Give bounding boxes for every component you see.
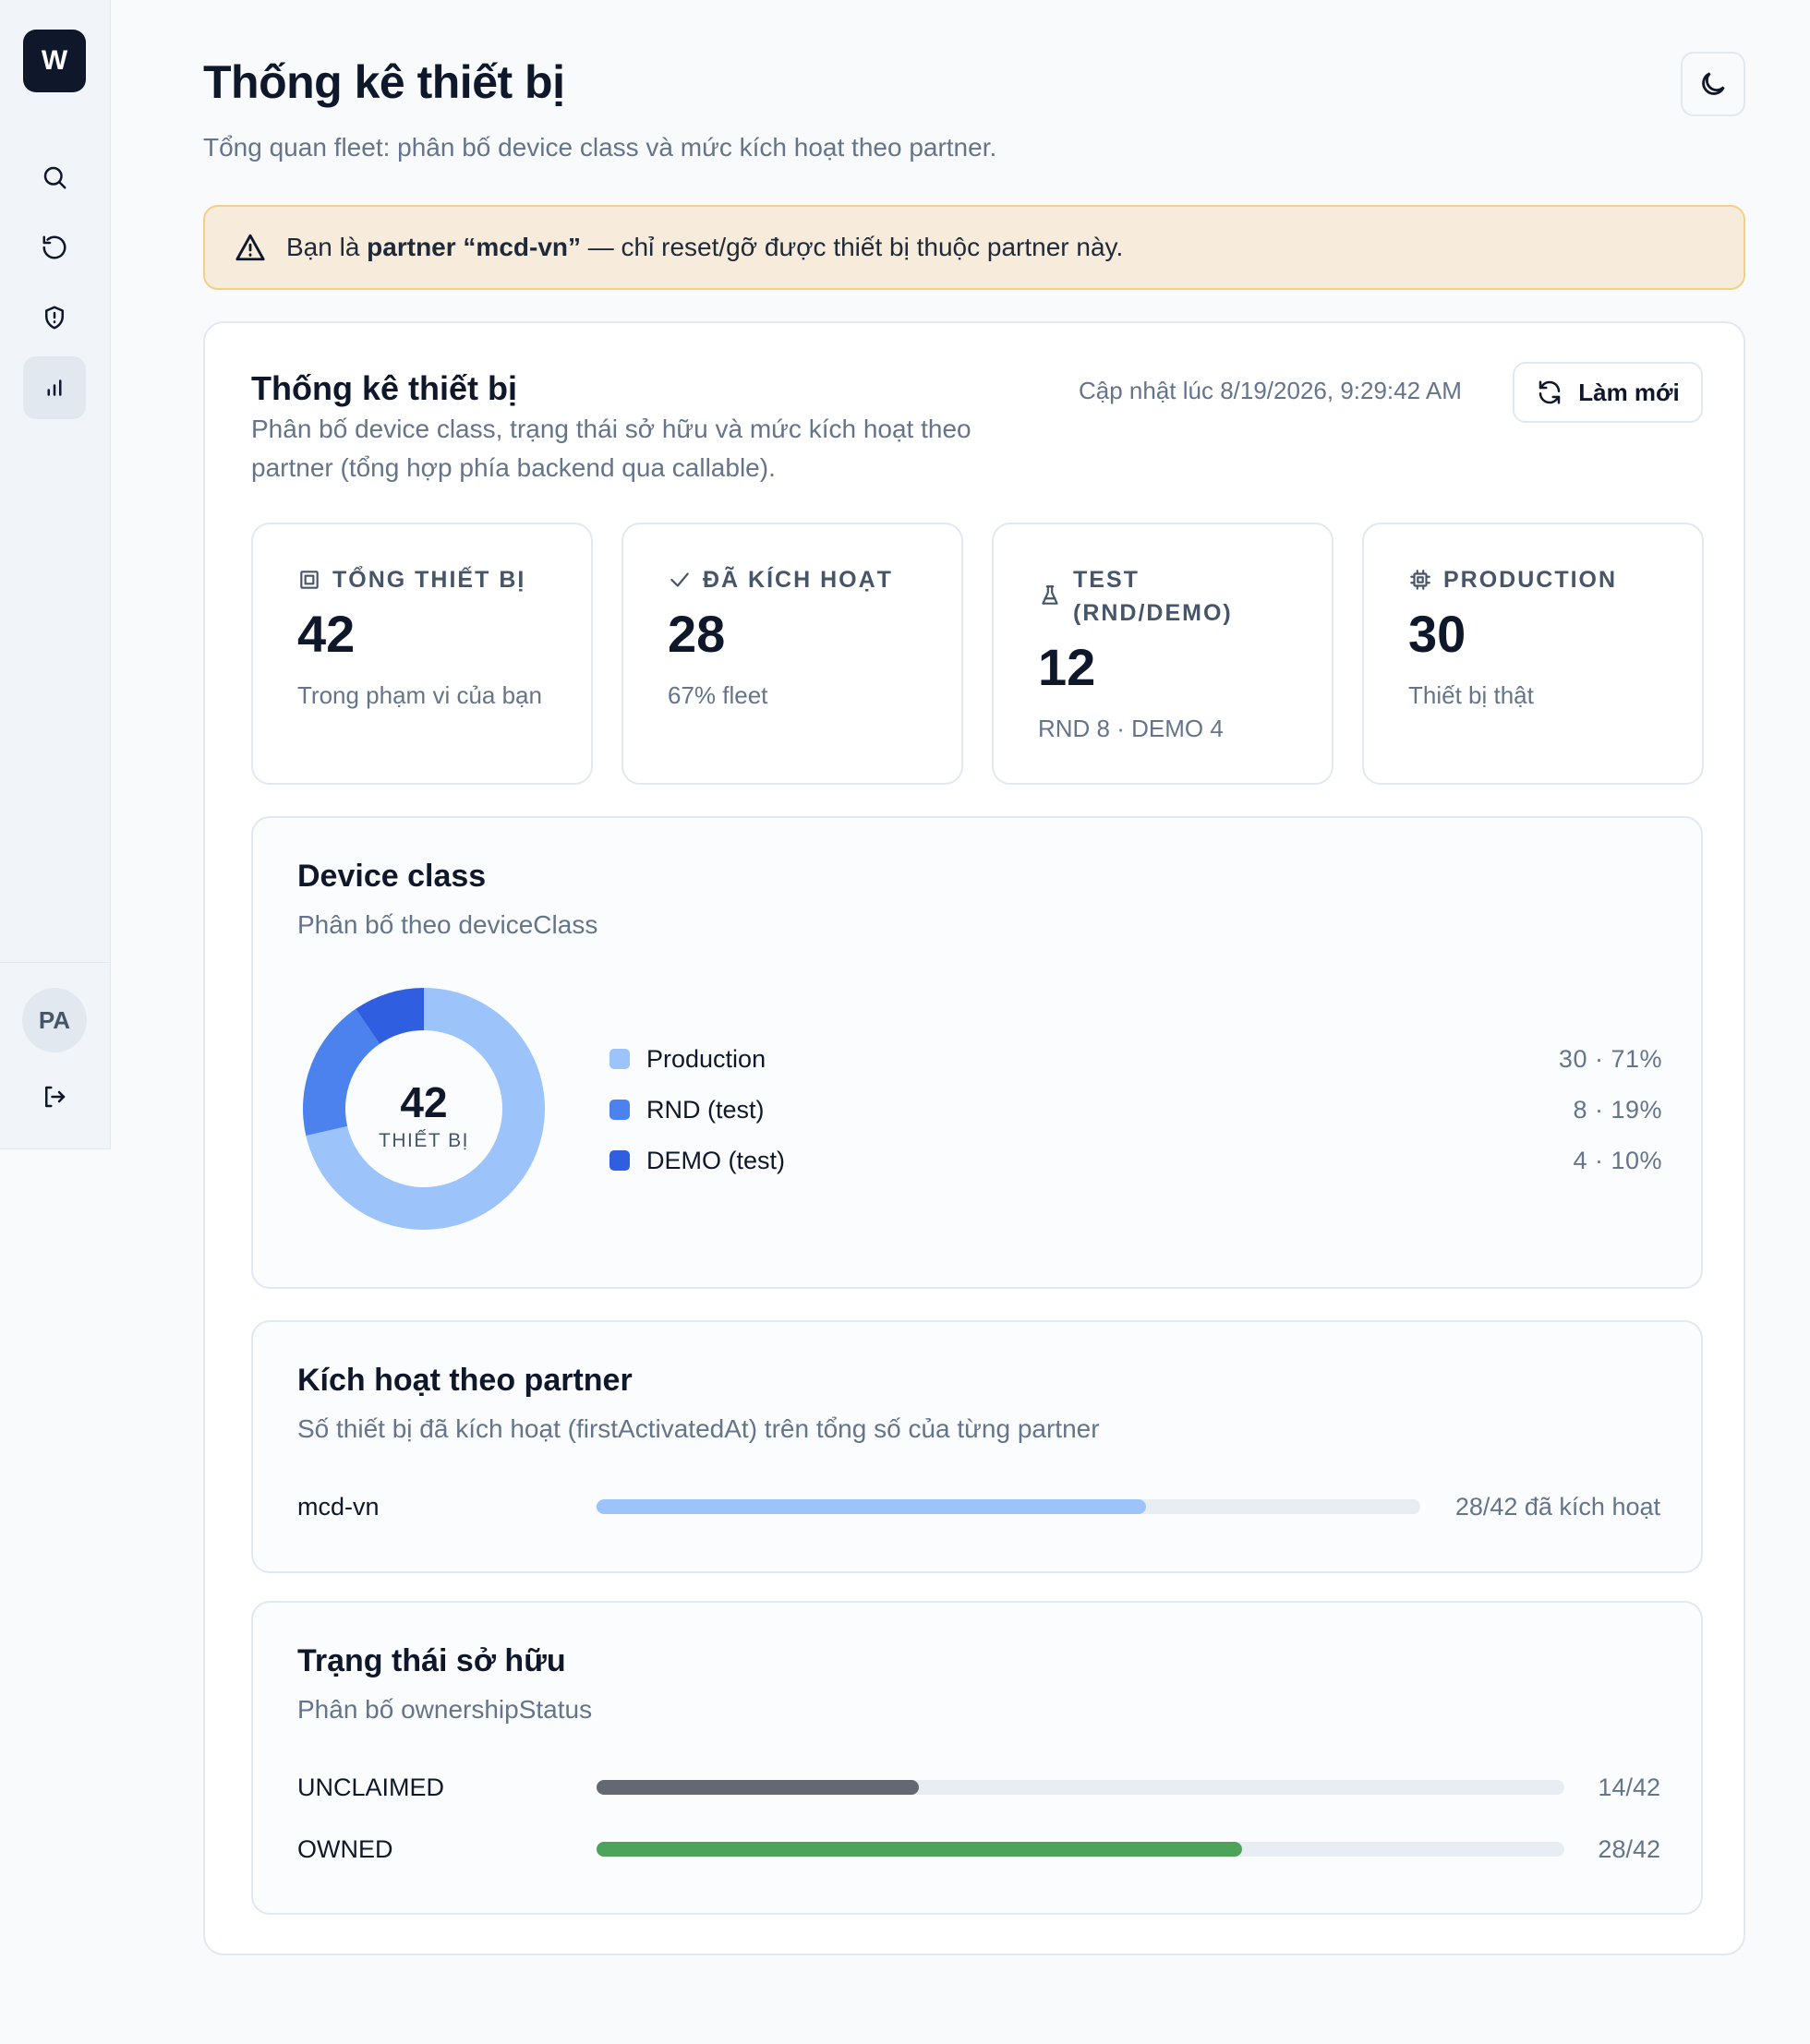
donut-center-label: THIẾT BỊ	[379, 1130, 469, 1151]
ownership-bar-fill	[597, 1780, 920, 1795]
logout-icon	[45, 1086, 66, 1108]
stat-value: 12	[1038, 638, 1096, 696]
sidebar-divider	[0, 962, 111, 963]
legend-swatch	[609, 1150, 630, 1171]
partner-activation-card: Kích hoạt theo partner Số thiết bị đã kí…	[251, 1320, 1703, 1573]
legend-item-rnd: RND (test) 8 · 19%	[609, 1091, 1662, 1128]
check-icon	[670, 572, 689, 587]
legend-label: RND (test)	[646, 1095, 765, 1124]
shield-icon	[45, 306, 64, 330]
legend-swatch	[609, 1100, 630, 1120]
stat-label: TEST (RND/DEMO)	[1073, 567, 1233, 626]
stat-note: Thiết bị thật	[1408, 681, 1534, 709]
ownership-count: 14/42	[1598, 1773, 1660, 1801]
donut-center-value: 42	[400, 1078, 447, 1126]
card-description: Phân bố device class, trạng thái sở hữu …	[251, 415, 971, 482]
device-class-title: Device class	[297, 859, 487, 894]
ownership-row-owned: OWNED 28/42	[297, 1831, 1660, 1868]
legend-item-demo: DEMO (test) 4 · 10%	[609, 1142, 1662, 1179]
ownership-label: OWNED	[297, 1834, 393, 1863]
ownership-card: Trạng thái sở hữu Phân bố ownershipStatu…	[251, 1601, 1703, 1915]
chip-icon	[1410, 570, 1430, 590]
legend-label: Production	[646, 1044, 766, 1073]
ownership-title: Trạng thái sở hữu	[297, 1643, 566, 1678]
donut-slice-rnd-test	[303, 1008, 380, 1136]
activation-bar-fill	[597, 1499, 1146, 1514]
legend-value: 8 · 19%	[1573, 1095, 1662, 1124]
device-class-card: Device class Phân bố theo deviceClass 42…	[251, 816, 1703, 1289]
stat-note: RND 8 · DEMO 4	[1038, 715, 1224, 742]
stats-card: Thống kê thiết bị Phân bố device class, …	[203, 321, 1745, 1955]
partner-activation-subtitle: Số thiết bị đã kích hoạt (firstActivated…	[297, 1414, 1100, 1443]
stat-value: 28	[668, 605, 726, 663]
nav-reset[interactable]	[23, 216, 86, 279]
stat-label: PRODUCTION	[1443, 567, 1618, 593]
app-logo[interactable]: W	[23, 30, 86, 92]
warning-icon	[235, 234, 265, 261]
reset-icon	[42, 235, 66, 259]
ownership-bar-fill	[597, 1842, 1242, 1857]
stat-label: TỔNG THIẾT BỊ	[332, 567, 526, 593]
bar-chart-icon	[47, 379, 62, 396]
device-class-subtitle: Phân bố theo deviceClass	[297, 910, 598, 939]
partner-alert: Bạn là partner “mcd-vn” — chỉ reset/gỡ đ…	[203, 205, 1745, 290]
stat-value: 30	[1408, 605, 1466, 663]
stat-label: ĐÃ KÍCH HOẠT	[703, 567, 893, 593]
refresh-button[interactable]: Làm mới	[1513, 362, 1703, 423]
sidebar: W PA	[0, 0, 111, 1149]
refresh-label: Làm mới	[1578, 378, 1680, 406]
legend-swatch	[609, 1049, 630, 1069]
last-updated: Cập nhật lúc 8/19/2026, 9:29:42 AM	[1079, 377, 1462, 404]
ownership-subtitle: Phân bố ownershipStatus	[297, 1695, 593, 1724]
activation-bar	[597, 1499, 1420, 1514]
stat-production: PRODUCTION 30 Thiết bị thật	[1362, 523, 1704, 785]
flask-icon	[1042, 585, 1058, 605]
ownership-count: 28/42	[1598, 1834, 1660, 1863]
logout-button[interactable]	[23, 1065, 86, 1128]
stat-total: TỔNG THIẾT BỊ 42 Trong phạm vi của bạn	[251, 523, 593, 785]
stat-note: Trong phạm vi của bạn	[297, 681, 542, 709]
legend-value: 4 · 10%	[1573, 1146, 1662, 1174]
avatar[interactable]: PA	[22, 988, 87, 1052]
search-icon	[43, 166, 66, 189]
theme-toggle-button[interactable]	[1681, 52, 1745, 116]
stat-activated: ĐÃ KÍCH HOẠT 28 67% fleet	[621, 523, 963, 785]
refresh-icon	[1538, 380, 1561, 404]
partner-row: mcd-vn 28/42 đã kích hoạt	[297, 1488, 1660, 1525]
partner-name: mcd-vn	[297, 1492, 380, 1521]
ownership-bar	[597, 1780, 1564, 1795]
legend-item-production: Production 30 · 71%	[609, 1040, 1662, 1077]
nav-search[interactable]	[23, 146, 86, 209]
ownership-bar	[597, 1842, 1564, 1857]
nav-security[interactable]	[23, 286, 86, 349]
page-subtitle: Tổng quan fleet: phân bố device class và…	[203, 133, 997, 162]
page-title: Thống kê thiết bị	[203, 56, 565, 108]
stat-test: TEST (RND/DEMO) 12 RND 8 · DEMO 4	[992, 523, 1333, 785]
card-title: Thống kê thiết bị	[251, 369, 517, 407]
stat-note: 67% fleet	[668, 681, 768, 709]
activation-count: 28/42 đã kích hoạt	[1454, 1492, 1660, 1521]
moon-icon	[1702, 72, 1725, 95]
ownership-label: UNCLAIMED	[297, 1773, 445, 1801]
legend-value: 30 · 71%	[1558, 1044, 1662, 1073]
stat-value: 42	[297, 605, 356, 663]
legend-label: DEMO (test)	[646, 1146, 786, 1174]
nav-stats[interactable]	[23, 356, 86, 419]
alert-text: Bạn là partner “mcd-vn” — chỉ reset/gỡ đ…	[286, 233, 1124, 261]
device-class-donut: 42 THIẾT BỊ	[303, 988, 545, 1230]
ownership-row-unclaimed: UNCLAIMED 14/42	[297, 1769, 1660, 1806]
partner-activation-title: Kích hoạt theo partner	[297, 1363, 633, 1398]
alert-partner: partner “mcd-vn”	[367, 233, 581, 261]
device-icon	[300, 571, 319, 589]
